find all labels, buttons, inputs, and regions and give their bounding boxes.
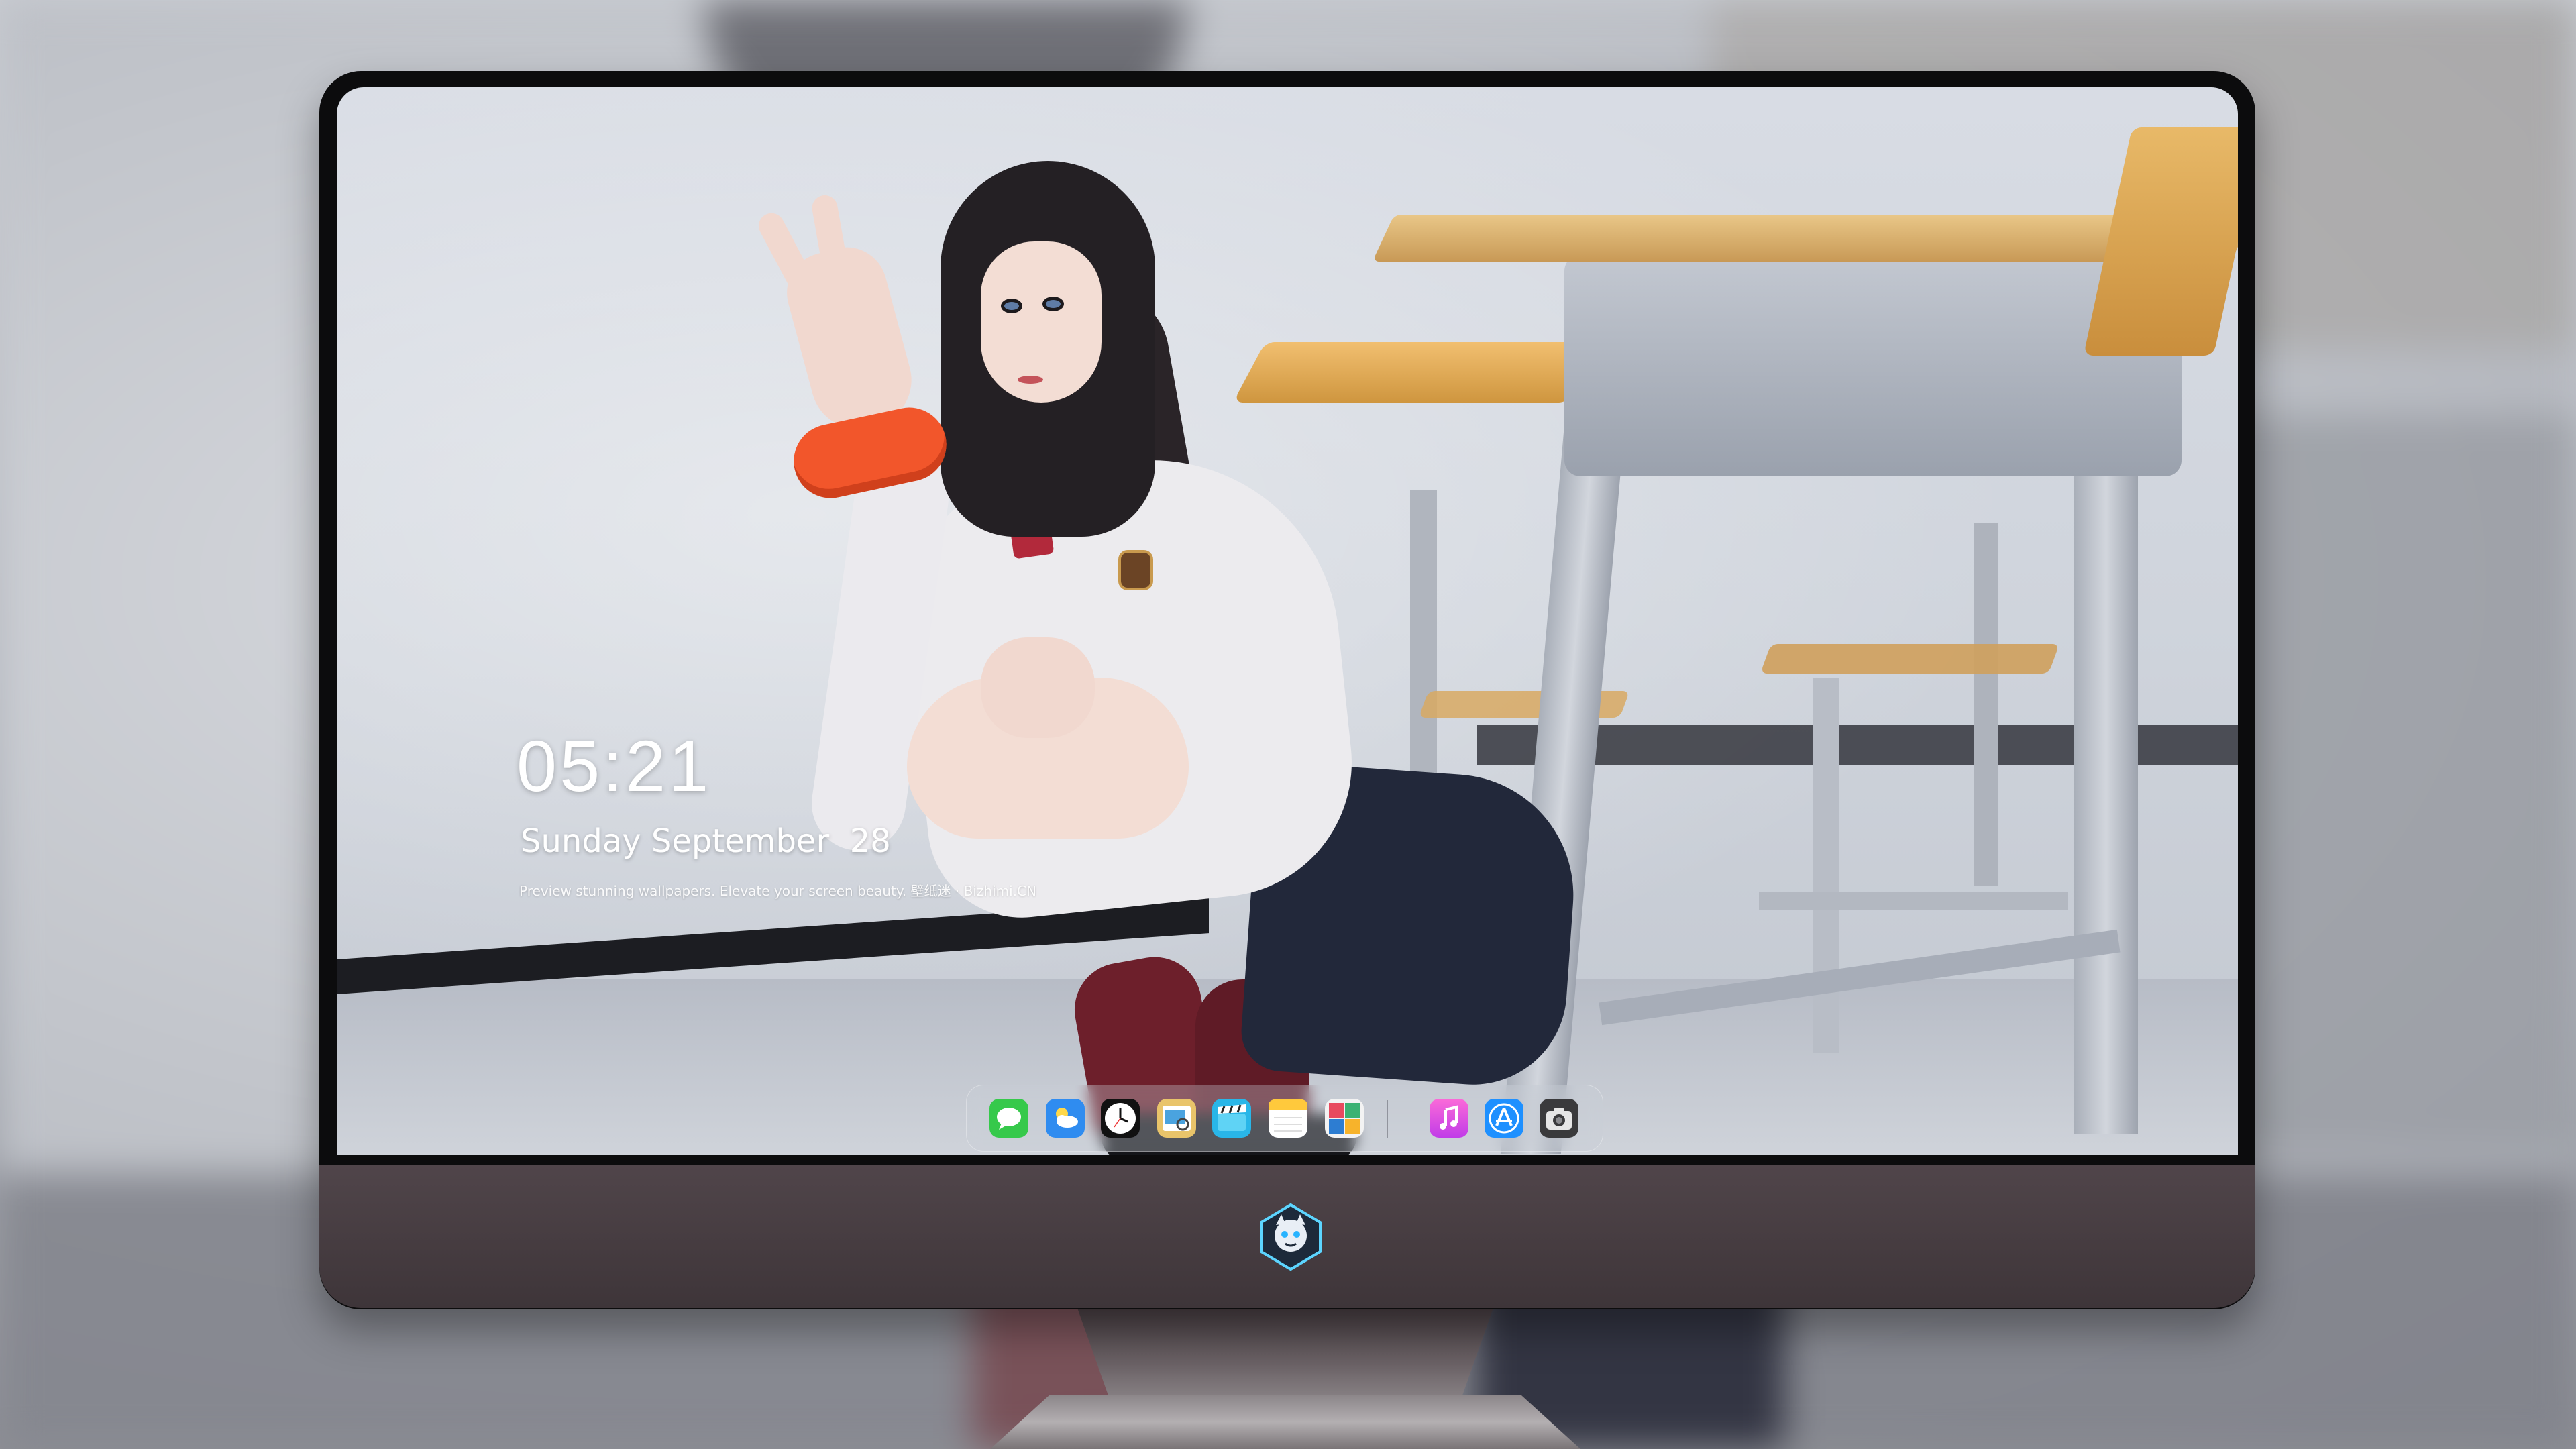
wallpaper-eye <box>1042 297 1064 311</box>
messages-icon <box>989 1099 1028 1138</box>
monitor-stand-base <box>990 1395 1580 1449</box>
wallpaper-tagline: Preview stunning wallpapers. Elevate you… <box>519 883 1036 899</box>
dock-item-app-store[interactable] <box>1485 1099 1523 1138</box>
clips-icon <box>1212 1099 1251 1138</box>
desktop-screen: 05:21 Sunday September 28 Preview stunni… <box>337 87 2238 1155</box>
dock-item-itunes[interactable] <box>1430 1099 1468 1138</box>
dock-item-clock[interactable] <box>1101 1099 1140 1138</box>
wallpaper-badge <box>1118 550 1153 590</box>
notes-icon <box>1269 1099 1307 1138</box>
wallpaper-eye <box>1001 299 1022 313</box>
wallpaper-subject <box>337 87 2238 1155</box>
dock-item-photo-booth[interactable] <box>1325 1099 1364 1138</box>
brand-logo-icon <box>1256 1202 1326 1272</box>
dock-item-weather[interactable] <box>1046 1099 1085 1138</box>
dock-item-clips[interactable] <box>1212 1099 1251 1138</box>
dock-item-camera[interactable] <box>1540 1099 1578 1138</box>
app-store-icon <box>1485 1099 1523 1138</box>
itunes-icon <box>1430 1099 1468 1138</box>
dock-separator <box>1387 1100 1388 1138</box>
monitor-chin <box>319 1165 2255 1308</box>
dock-item-notes[interactable] <box>1269 1099 1307 1138</box>
lock-date: Sunday September 28 <box>521 822 891 860</box>
wallpaper-lips <box>1018 376 1043 384</box>
camera-icon <box>1540 1099 1578 1138</box>
background-chair <box>2227 416 2576 1154</box>
dock-item-messages[interactable] <box>989 1099 1028 1138</box>
monitor-stand-neck <box>1077 1308 1493 1402</box>
dock <box>966 1085 1603 1152</box>
lock-clock: 05:21 <box>517 725 712 806</box>
dock-item-preview[interactable] <box>1157 1099 1196 1138</box>
photo-booth-icon <box>1325 1099 1364 1138</box>
preview-icon <box>1157 1099 1196 1138</box>
weather-icon <box>1046 1099 1085 1138</box>
wallpaper-hand <box>981 637 1095 738</box>
clock-icon <box>1101 1099 1140 1138</box>
